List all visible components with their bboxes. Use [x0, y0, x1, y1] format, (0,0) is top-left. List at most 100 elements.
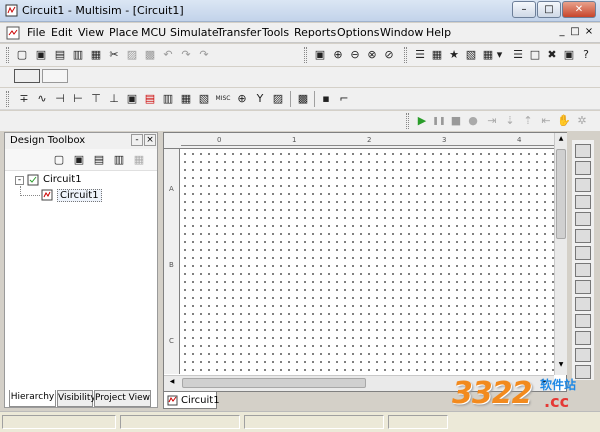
- tab-visibility[interactable]: Visibility: [57, 390, 96, 407]
- create-component-icon[interactable]: ▧: [463, 47, 479, 63]
- pause-at-next-edge-icon[interactable]: ●: [465, 113, 481, 129]
- word-generator-icon[interactable]: [575, 263, 591, 277]
- spectrum-analyzer-icon[interactable]: [575, 348, 591, 362]
- menu-options[interactable]: Options: [337, 26, 379, 39]
- menu-file[interactable]: File: [27, 26, 45, 39]
- open-folder-icon[interactable]: ▣: [71, 152, 87, 168]
- toolbar-grip[interactable]: [304, 47, 307, 63]
- save-icon[interactable]: ▤: [91, 152, 107, 168]
- spreadsheet-view-icon[interactable]: ▦: [429, 47, 445, 63]
- open-folder-icon[interactable]: ▣: [33, 47, 49, 63]
- oscilloscope-icon[interactable]: [575, 195, 591, 209]
- menu-reports[interactable]: Reports: [294, 26, 336, 39]
- undo-icon[interactable]: ↷: [178, 47, 194, 63]
- step-icon[interactable]: ⇥: [484, 113, 500, 129]
- place-electromechanical-icon[interactable]: ▨: [270, 91, 286, 107]
- place-indicator-icon[interactable]: ▧: [196, 91, 212, 107]
- in-use-dropdown[interactable]: [42, 69, 68, 83]
- logic-converter-icon[interactable]: [575, 297, 591, 311]
- toggle-breakpoint-icon[interactable]: ✋: [556, 113, 572, 129]
- toggle-fullscreen-icon[interactable]: ▣: [312, 47, 328, 63]
- menu-help[interactable]: Help: [426, 26, 451, 39]
- paste-icon[interactable]: ↶: [160, 47, 176, 63]
- toolbar-grip[interactable]: [404, 47, 407, 63]
- new-file-icon[interactable]: ▢: [51, 152, 67, 168]
- maximize-button[interactable]: □: [537, 1, 561, 18]
- menu-window[interactable]: Window: [380, 26, 423, 39]
- print-preview-icon[interactable]: ✂: [106, 47, 122, 63]
- copy-icon[interactable]: ▩: [142, 47, 158, 63]
- four-channel-oscilloscope-icon[interactable]: [575, 212, 591, 226]
- horizontal-scroll-thumb[interactable]: [182, 378, 366, 388]
- mdi-close-button[interactable]: ×: [583, 26, 595, 38]
- pause-icon[interactable]: ❚❚: [431, 113, 447, 129]
- menu-simulate[interactable]: Simulate: [170, 26, 219, 39]
- minimize-button[interactable]: –: [512, 1, 536, 18]
- place-ladder-icon[interactable]: ▩: [295, 91, 311, 107]
- place-cmos-icon[interactable]: ▣: [124, 91, 140, 107]
- new-window-icon[interactable]: ▥: [111, 152, 127, 168]
- panel-close-button[interactable]: ×: [144, 134, 156, 146]
- place-ttl-icon[interactable]: ⊥: [106, 91, 122, 107]
- wattmeter-icon[interactable]: [575, 178, 591, 192]
- place-misc-icon[interactable]: MISC: [212, 91, 234, 107]
- toolbar-grip[interactable]: [6, 91, 9, 107]
- iv-analyzer-icon[interactable]: [575, 314, 591, 328]
- grapher-icon[interactable]: ▦: [480, 47, 496, 63]
- stop-icon[interactable]: ■: [448, 113, 464, 129]
- vertical-scroll-thumb[interactable]: [556, 149, 566, 239]
- delete-icon[interactable]: ▦: [131, 152, 147, 168]
- place-analog-icon[interactable]: ⊤: [88, 91, 104, 107]
- tree-collapse-icon[interactable]: -: [15, 176, 24, 185]
- distortion-analyzer-icon[interactable]: [575, 331, 591, 345]
- print-icon[interactable]: ▦: [88, 47, 104, 63]
- zoom-in-icon[interactable]: ⊕: [330, 47, 346, 63]
- place-rf-icon[interactable]: Y: [252, 91, 268, 107]
- menu-tools[interactable]: Tools: [262, 26, 289, 39]
- schematic-grid[interactable]: [181, 150, 554, 374]
- function-generator-icon[interactable]: [575, 161, 591, 175]
- new-file-icon[interactable]: ▢: [14, 47, 30, 63]
- tab-hierarchy[interactable]: Hierarchy: [9, 390, 56, 407]
- zoom-area-icon[interactable]: ⊗: [364, 47, 380, 63]
- cut-icon[interactable]: ▨: [124, 47, 140, 63]
- tab-project-view[interactable]: Project View: [94, 390, 151, 407]
- place-transistor-icon[interactable]: ⊢: [70, 91, 86, 107]
- zoom-fit-icon[interactable]: ⊘: [381, 47, 397, 63]
- remove-breakpoints-icon[interactable]: ✲: [574, 113, 590, 129]
- menu-mcu[interactable]: MCU: [141, 26, 166, 39]
- zoom-out-icon[interactable]: ⊖: [347, 47, 363, 63]
- step-out-icon[interactable]: ⇡: [520, 113, 536, 129]
- help-icon[interactable]: ?: [578, 47, 594, 63]
- vertical-scrollbar[interactable]: ▲ ▼: [554, 133, 567, 375]
- redo-icon[interactable]: ↷: [196, 47, 212, 63]
- scroll-down-icon[interactable]: ▼: [556, 361, 566, 371]
- database-manager-icon[interactable]: ★: [446, 47, 462, 63]
- in-use-list-icon[interactable]: [14, 69, 40, 83]
- bode-plotter-icon[interactable]: [575, 229, 591, 243]
- clear-erc-markers-icon[interactable]: ✖: [544, 47, 560, 63]
- chevron-down-icon[interactable]: ▾: [495, 47, 504, 63]
- place-basic-icon[interactable]: ∿: [34, 91, 50, 107]
- electrical-rules-check-icon[interactable]: □: [527, 47, 543, 63]
- logic-analyzer-icon[interactable]: [575, 280, 591, 294]
- frequency-counter-icon[interactable]: [575, 246, 591, 260]
- toolbar-grip[interactable]: [406, 113, 409, 129]
- place-mcu-icon[interactable]: ▤: [142, 91, 158, 107]
- menu-edit[interactable]: Edit: [51, 26, 72, 39]
- tree-item-child[interactable]: Circuit1: [57, 189, 102, 202]
- place-diode-icon[interactable]: ⊣: [52, 91, 68, 107]
- mdi-minimize-button[interactable]: _: [556, 26, 568, 38]
- show-breadboard-icon[interactable]: ▣: [561, 47, 577, 63]
- scroll-up-icon[interactable]: ▲: [556, 135, 566, 145]
- multimeter-icon[interactable]: [575, 144, 591, 158]
- step-into-icon[interactable]: ⇣: [502, 113, 518, 129]
- design-toolbox-icon[interactable]: ☰: [412, 47, 428, 63]
- place-bus-icon[interactable]: ⌐: [336, 91, 352, 107]
- mdi-restore-button[interactable]: □: [569, 26, 581, 38]
- panel-pin-button[interactable]: -: [131, 134, 143, 146]
- postprocessor-icon[interactable]: ☰: [510, 47, 526, 63]
- close-button[interactable]: ✕: [562, 1, 596, 18]
- run-to-cursor-icon[interactable]: ⇤: [538, 113, 554, 129]
- tree-item-root[interactable]: Circuit1: [43, 174, 82, 185]
